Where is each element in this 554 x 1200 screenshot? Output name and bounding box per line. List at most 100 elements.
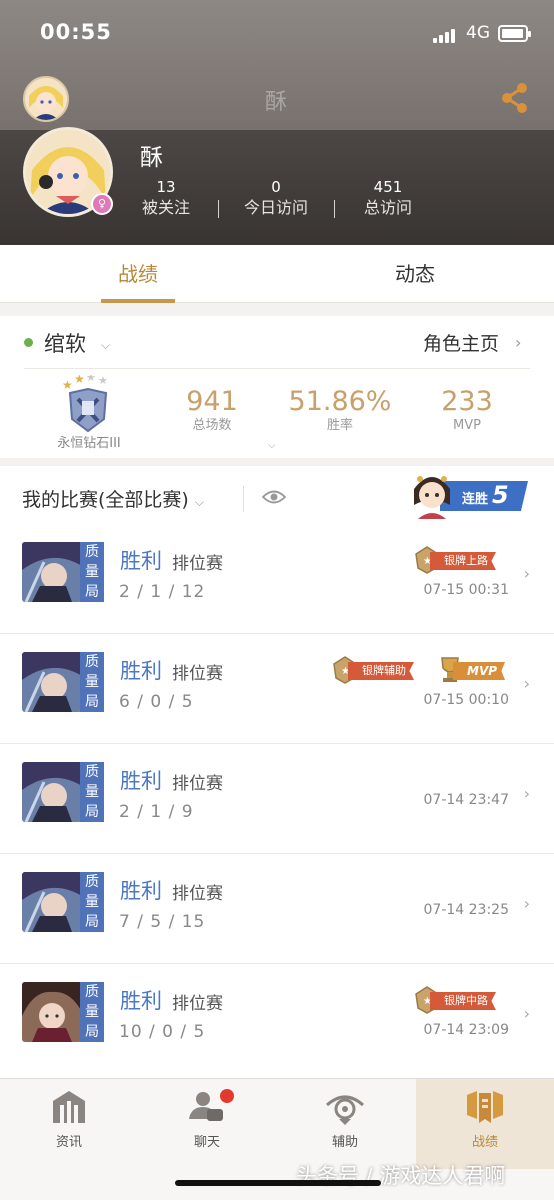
match-result: 胜利 (120, 659, 162, 683)
status-time: 00:55 (40, 20, 112, 44)
expand-caret-icon[interactable]: ⌵ (268, 440, 276, 451)
profile-header: 00:55 4G 酥 ♀ 酥 13 被关注 0 今日访问 451 总访问 (0, 0, 554, 245)
chevron-right-icon[interactable]: › (515, 333, 521, 352)
match-result: 胜利 (120, 769, 162, 793)
role-home-link[interactable]: 角色主页 (423, 329, 499, 356)
online-status-dot (24, 338, 33, 347)
match-row[interactable]: 质量局 胜利 排位赛 6 / 0 / 5 ★ 银牌辅助 MVP 07-15 00… (0, 634, 554, 744)
match-list: 我的比赛(全部比赛) ⌵ 连胜 5 质量局 胜利 排位赛 2 / 1 / 12 … (0, 466, 554, 1078)
stat-label: 今日访问 (243, 198, 308, 217)
tab-indicator (101, 299, 175, 303)
match-row[interactable]: 质量局 胜利 排位赛 7 / 5 / 15 07-14 23:25 › (0, 854, 554, 964)
news-icon (53, 1091, 85, 1123)
stat-divider (334, 200, 335, 218)
match-row[interactable]: 质量局 胜利 排位赛 10 / 0 / 5 ★ 银牌中路 07-14 23:09… (0, 964, 554, 1074)
svg-text:★: ★ (62, 378, 73, 392)
chevron-right-icon: › (523, 1004, 530, 1023)
stat-value: 0 (271, 178, 281, 196)
match-mode: 排位赛 (172, 994, 223, 1014)
quality-match-tag: 质量局 (80, 542, 104, 602)
nav-label: 战绩 (471, 1135, 498, 1150)
stat-total-matches: 941 总场数 (176, 386, 248, 434)
tab-bar: 战绩 动态 (0, 245, 554, 303)
tab-activity[interactable]: 动态 (335, 245, 495, 303)
record-icon (467, 1091, 503, 1123)
network-type: 4G (466, 23, 490, 43)
match-mode: 排位赛 (172, 884, 223, 904)
divider (24, 368, 530, 369)
stat-followers[interactable]: 13 被关注 (116, 178, 216, 220)
hero-avatar-icon (22, 982, 82, 1042)
match-row[interactable]: 质量局 胜利 排位赛 2 / 1 / 12 ★ 银牌上路 07-15 00:31… (0, 524, 554, 634)
nav-item-assist[interactable]: 辅助 (276, 1079, 414, 1169)
quality-match-tag: 质量局 (80, 652, 104, 712)
svg-text:★: ★ (74, 375, 85, 386)
match-time: 07-14 23:09 (423, 1022, 509, 1038)
chevron-down-icon: ⌵ (194, 495, 204, 509)
match-time: 07-14 23:47 (423, 792, 509, 808)
home-indicator (175, 1180, 381, 1186)
rank-name: 永恒钻石III (57, 436, 121, 451)
stat-value: 51.86% (288, 386, 392, 417)
stat-label: 总访问 (363, 198, 412, 217)
badge-label: 银牌辅助 (348, 662, 414, 680)
nav-item-news[interactable]: 资讯 (0, 1079, 138, 1169)
role-selector[interactable]: 绾软 (44, 328, 86, 358)
assist-icon (326, 1095, 364, 1125)
quality-match-tag: 质量局 (80, 872, 104, 932)
streak-label: 连胜 (462, 492, 489, 507)
status-bar: 00:55 4G (0, 0, 554, 66)
nav-label: 聊天 (193, 1135, 220, 1150)
match-mode: 排位赛 (172, 774, 223, 794)
match-result: 胜利 (120, 549, 162, 573)
stat-value: 13 (156, 178, 176, 196)
badge-label: MVP (453, 662, 506, 680)
notification-dot (220, 1089, 234, 1103)
chevron-right-icon: › (523, 674, 530, 693)
badge-label: 银牌中路 (430, 992, 496, 1010)
hero-avatar-icon (22, 652, 82, 712)
match-kda: 2 / 1 / 9 (119, 802, 194, 822)
nav-title: 酥 (265, 90, 288, 115)
match-time: 07-15 00:31 (423, 582, 509, 598)
match-row[interactable]: 质量局 胜利 排位赛 2 / 1 / 9 07-14 23:47 › (0, 744, 554, 854)
match-mode: 排位赛 (172, 664, 223, 684)
chevron-right-icon: › (523, 784, 530, 803)
battery-icon (498, 25, 531, 42)
quality-match-tag: 质量局 (80, 762, 104, 822)
rank-emblem-icon: ★ ★ ★ ★ (62, 375, 108, 433)
match-result: 胜利 (120, 989, 162, 1013)
tab-records[interactable]: 战绩 (58, 245, 218, 303)
nav-avatar[interactable] (23, 76, 69, 122)
eye-icon[interactable] (262, 489, 286, 505)
chevron-right-icon: › (523, 894, 530, 913)
hero-avatar-icon (22, 872, 82, 932)
stat-label: 胜率 (326, 418, 353, 433)
stat-mvp: 233 MVP (432, 386, 502, 434)
badge-label: 银牌上路 (430, 552, 496, 570)
match-kda: 7 / 5 / 15 (119, 912, 206, 932)
hero-portrait: 质量局 (22, 542, 104, 602)
win-streak-badge: 连胜 5 (410, 469, 530, 521)
match-mode: 排位赛 (172, 554, 223, 574)
match-kda: 2 / 1 / 12 (119, 582, 206, 602)
nav-item-records[interactable]: 战绩 (416, 1079, 554, 1169)
gender-icon: ♀ (91, 193, 113, 215)
divider (243, 486, 244, 512)
chevron-right-icon: › (523, 564, 530, 583)
stat-today-visits[interactable]: 0 今日访问 (226, 178, 326, 220)
streak-count: 5 (492, 481, 509, 509)
match-filter[interactable]: 我的比赛(全部比赛) ⌵ (22, 485, 204, 512)
chevron-down-icon[interactable]: ⌵ (101, 338, 110, 353)
hero-portrait: 质量局 (22, 652, 104, 712)
role-card: 绾软 ⌵ 角色主页 › ★ ★ ★ ★ 永恒钻石III 941 总场数 51.86%… (0, 316, 554, 458)
signal-icon (433, 27, 459, 43)
hero-avatar-icon (22, 762, 82, 822)
hero-portrait: 质量局 (22, 982, 104, 1042)
stat-win-rate: 51.86% 胜率 (280, 386, 400, 434)
nav-item-chat[interactable]: 聊天 (138, 1079, 276, 1169)
hero-portrait: 质量局 (22, 872, 104, 932)
share-icon[interactable] (500, 82, 530, 114)
stat-total-visits[interactable]: 451 总访问 (338, 178, 438, 220)
streak-character-icon (414, 476, 450, 519)
